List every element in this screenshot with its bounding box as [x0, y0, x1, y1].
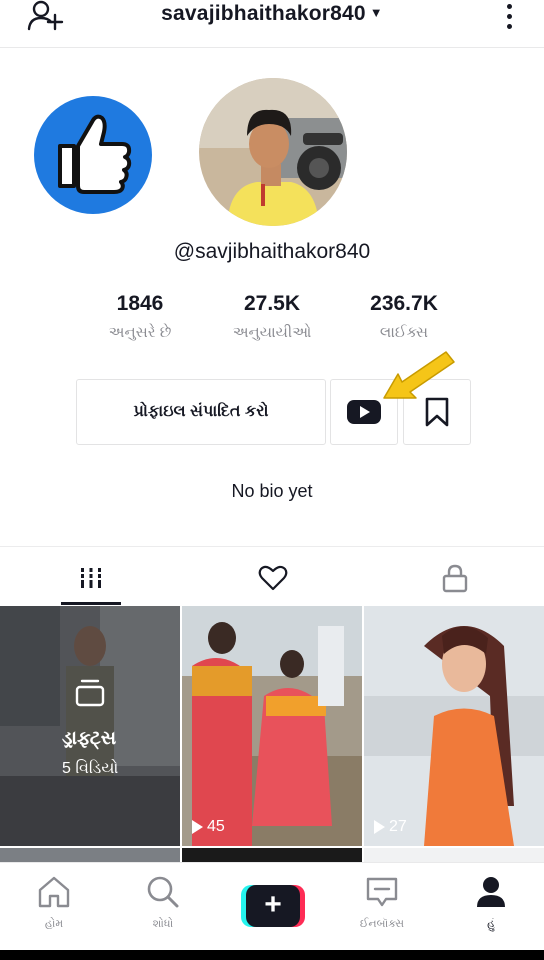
drafts-tile[interactable]: ડ્રાફ્ટ્સ 5 વિડિયો: [0, 606, 180, 846]
profile-bio: No bio yet: [231, 481, 313, 501]
grid-icon: [81, 568, 101, 588]
stat-label: લાઈક્સ: [379, 324, 429, 341]
more-vertical-icon[interactable]: [498, 0, 520, 32]
thumbs-up-icon: [34, 96, 152, 214]
drafts-overlay: [0, 606, 180, 846]
nav-label: શોધો: [152, 918, 174, 930]
nav-me[interactable]: હું: [451, 875, 531, 931]
account-name: savajibhaithakor840: [161, 2, 366, 25]
bottom-navbar: હોમ શોધો + ઈનબૉક્સ હું: [0, 862, 544, 950]
video-tile[interactable]: 27: [364, 606, 544, 846]
heart-icon: [258, 565, 288, 591]
video-grid: ડ્રાફ્ટ્સ 5 વિડિયો 45 27: [0, 606, 544, 864]
play-icon: [192, 820, 203, 834]
stat-likes[interactable]: 236.7K લાઈક્સ: [344, 292, 464, 341]
drafts-icon: [74, 678, 106, 708]
nav-label: હું: [487, 918, 495, 930]
view-count: 27: [374, 818, 407, 836]
divider: [0, 546, 544, 547]
profile-icon: [477, 877, 505, 907]
search-icon: [147, 876, 179, 908]
stat-value: 27.5K: [243, 292, 301, 315]
stat-label: અનુસરે છે: [108, 324, 172, 341]
nav-home[interactable]: હોમ: [14, 875, 94, 931]
drafts-count: 5 વિડિયો: [62, 760, 119, 777]
edit-profile-button[interactable]: પ્રોફાઇલ સંપાદિત કરો: [76, 379, 326, 445]
tab-videos[interactable]: [31, 550, 151, 606]
inbox-icon: [366, 877, 398, 907]
plus-icon: +: [246, 885, 300, 927]
nav-inbox[interactable]: ઈનબૉક્સ: [342, 875, 422, 931]
create-button[interactable]: +: [241, 885, 305, 927]
youtube-icon: [347, 400, 381, 424]
chevron-down-icon: ▼: [369, 5, 383, 20]
nav-discover[interactable]: શોધો: [123, 875, 203, 931]
system-nav-strip: [0, 950, 544, 960]
avatar[interactable]: [199, 78, 347, 226]
video-tile[interactable]: 45: [182, 606, 362, 846]
stat-following[interactable]: 1846 અનુસરે છે: [80, 292, 200, 341]
arrow-pointer-icon: [380, 348, 460, 408]
account-switcher[interactable]: savajibhaithakor840 ▼: [0, 2, 544, 26]
view-count: 45: [192, 818, 225, 836]
play-icon: [374, 820, 385, 834]
profile-stats: 1846 અનુસરે છે 27.5K અનુયાયીઓ 236.7K લાઈ…: [90, 292, 470, 352]
tab-private[interactable]: [395, 550, 515, 606]
lock-icon: [442, 564, 468, 593]
stat-label: અનુયાયીઓ: [232, 324, 312, 341]
nav-label: ઈનબૉક્સ: [359, 918, 405, 930]
stat-value: 1846: [116, 292, 164, 315]
view-count-value: 45: [207, 818, 225, 835]
home-icon: [38, 876, 70, 908]
drafts-title: ડ્રાફ્ટ્સ: [62, 728, 117, 749]
view-count-value: 27: [389, 818, 407, 835]
profile-handle: @savjibhaithakor840: [173, 240, 371, 263]
nav-label: હોમ: [44, 918, 64, 930]
top-bar: savajibhaithakor840 ▼: [0, 0, 544, 48]
tab-liked[interactable]: [213, 550, 333, 606]
profile-tabs: [0, 550, 544, 606]
stat-followers[interactable]: 27.5K અનુયાયીઓ: [212, 292, 332, 341]
stat-value: 236.7K: [370, 292, 438, 315]
active-tab-indicator: [61, 602, 121, 605]
